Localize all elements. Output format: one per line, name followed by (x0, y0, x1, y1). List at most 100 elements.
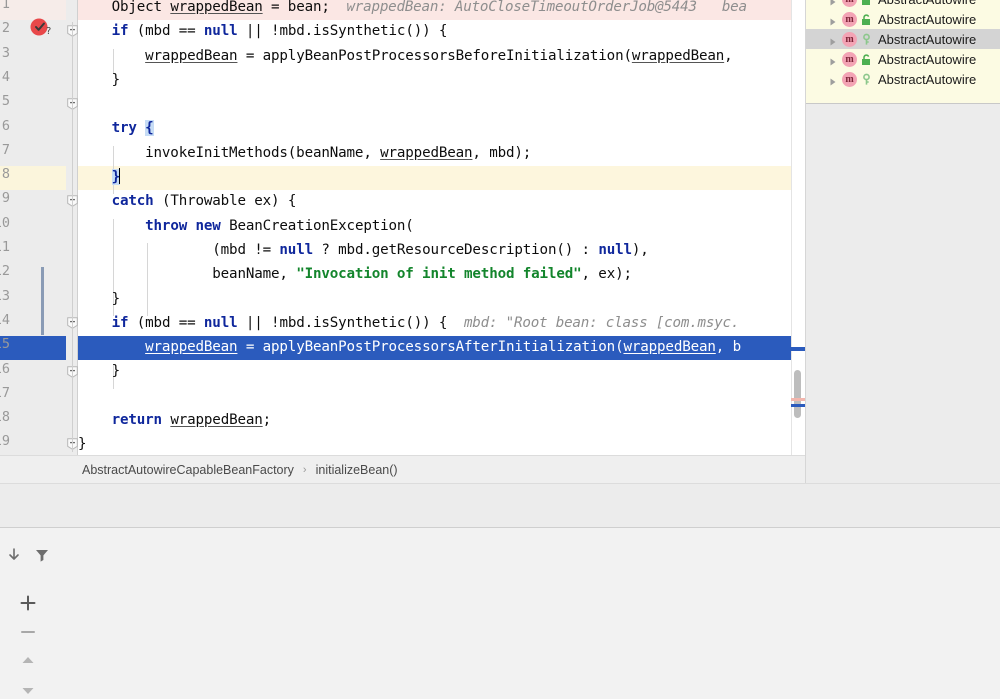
source-code-text[interactable]: Object wrappedBean = bean; wrappedBean: … (78, 0, 747, 455)
code-token: if (111, 314, 129, 331)
code-line[interactable]: wrappedBean = applyBeanPostProcessorsBef… (78, 44, 747, 68)
remove-icon[interactable] (19, 623, 37, 641)
step-down-icon[interactable] (5, 546, 23, 564)
code-token: catch (111, 193, 154, 210)
line-number: 4 (1, 68, 10, 85)
code-token: "Invocation of init method failed" (296, 266, 582, 283)
editor-scrollbar-thumb[interactable] (794, 370, 801, 418)
code-token: (mbd == (128, 23, 204, 40)
line-number: 11 (0, 239, 10, 255)
code-line[interactable]: if (mbd == null || !mbd.isSynthetic()) {… (78, 311, 747, 335)
expand-triangle-icon[interactable] (828, 54, 838, 66)
line-number: 14 (0, 311, 10, 328)
code-token: = bean; (262, 0, 330, 15)
code-line[interactable]: Object wrappedBean = bean; wrappedBean: … (78, 0, 747, 19)
expand-triangle-icon[interactable] (828, 34, 838, 46)
lock-protected-icon (860, 13, 873, 26)
code-line[interactable]: } (78, 165, 747, 189)
code-line[interactable]: try { (78, 116, 747, 140)
code-editor[interactable]: ? 12345678910111213141516171819 Object w… (0, 0, 805, 455)
code-line[interactable]: } (78, 359, 747, 383)
structure-popup-row[interactable]: m AbstractAutowire (806, 49, 1000, 69)
method-icon: m (842, 51, 857, 67)
key-private-icon (860, 33, 873, 46)
add-icon[interactable] (19, 594, 37, 612)
line-number: 3 (1, 44, 10, 61)
structure-popup-label: AbstractAutowire (878, 0, 976, 7)
code-line[interactable]: throw new BeanCreationException( (78, 214, 747, 238)
move-up-icon[interactable] (19, 652, 37, 670)
code-token: Object (78, 0, 171, 15)
breadcrumb-class[interactable]: AbstractAutowireCapableBeanFactory (82, 463, 294, 477)
expand-triangle-icon[interactable] (828, 14, 838, 26)
scrollbar-marker-selection-top (791, 347, 805, 351)
code-token: = applyBeanPostProcessorsBeforeInitializ… (237, 47, 632, 64)
code-line[interactable]: } (78, 68, 747, 92)
text-caret (118, 168, 121, 185)
breadcrumb[interactable]: AbstractAutowireCapableBeanFactory › ini… (0, 455, 805, 483)
line-number: 5 (1, 93, 10, 110)
code-token: { (145, 120, 154, 137)
lock-protected-icon (860, 0, 873, 6)
move-down-icon[interactable] (19, 681, 37, 699)
editor-scrollbar-track[interactable] (791, 0, 805, 455)
code-line[interactable]: } (78, 432, 747, 455)
code-token: throw new (145, 217, 221, 234)
code-token: return (111, 412, 163, 429)
structure-popup-row[interactable]: m AbstractAutowire (806, 0, 1000, 9)
expand-triangle-icon[interactable] (828, 74, 838, 86)
code-line[interactable]: wrappedBean = applyBeanPostProcessorsAft… (78, 335, 747, 359)
frames-toolbar[interactable] (0, 540, 56, 570)
structure-popup[interactable]: m AbstractAutowire m AbstractAutowire m Abstr… (806, 0, 1000, 104)
code-token: (mbd != (78, 241, 280, 258)
code-token: wrappedBean (631, 47, 725, 64)
code-line[interactable]: invokeInitMethods(beanName, wrappedBean,… (78, 141, 747, 165)
code-token: (Throwable ex) { (153, 193, 297, 210)
indent-scope-bar (41, 267, 44, 335)
ide-window: ? 12345678910111213141516171819 Object w… (0, 0, 1000, 699)
code-line[interactable]: } (78, 287, 747, 311)
code-token: wrappedBean (623, 339, 716, 356)
code-line[interactable] (78, 384, 747, 408)
code-line[interactable]: return wrappedBean; (78, 408, 747, 432)
variables-toolbar[interactable] (0, 590, 56, 699)
code-token: BeanCreationException( (220, 217, 414, 234)
structure-popup-row[interactable]: m AbstractAutowire (806, 69, 1000, 89)
code-line[interactable]: catch (Throwable ex) { (78, 189, 747, 213)
code-token: null (203, 23, 238, 40)
code-token: null (203, 314, 238, 331)
line-number: 15 (0, 336, 10, 353)
code-token: || !mbd.isSynthetic()) { (237, 23, 448, 40)
line-number: 18 (0, 409, 10, 426)
line-number: 13 (0, 287, 10, 304)
line-number: 19 (0, 433, 10, 450)
code-token: , mbd); (472, 144, 532, 161)
structure-popup-row[interactable]: m AbstractAutowire (806, 9, 1000, 29)
code-token: } (78, 363, 121, 380)
code-line[interactable] (78, 92, 747, 116)
svg-text:?: ? (46, 26, 51, 37)
code-token: null (598, 241, 632, 258)
breakpoint-verified-conditional-icon[interactable]: ? (28, 16, 58, 38)
code-token: (mbd == (128, 314, 204, 331)
method-icon: m (842, 0, 857, 7)
code-line[interactable]: beanName, "Invocation of init method fai… (78, 262, 747, 286)
breadcrumb-separator-icon: › (302, 463, 307, 476)
breadcrumb-method[interactable]: initializeBean() (316, 463, 398, 477)
structure-popup-row[interactable]: m AbstractAutowire (806, 29, 1000, 49)
line-number: 16 (0, 360, 10, 377)
code-token: beanName, (78, 266, 297, 283)
line-number: 12 (0, 263, 10, 280)
code-line[interactable]: if (mbd == null || !mbd.isSynthetic()) { (78, 19, 747, 43)
line-number: 10 (0, 214, 10, 231)
expand-triangle-icon[interactable] (828, 0, 838, 6)
code-token: wrappedBean (170, 0, 263, 15)
filter-icon[interactable] (33, 546, 51, 564)
code-line[interactable]: (mbd != null ? mbd.getResourceDescriptio… (78, 238, 747, 262)
code-surface[interactable]: Object wrappedBean = bean; wrappedBean: … (78, 0, 805, 455)
